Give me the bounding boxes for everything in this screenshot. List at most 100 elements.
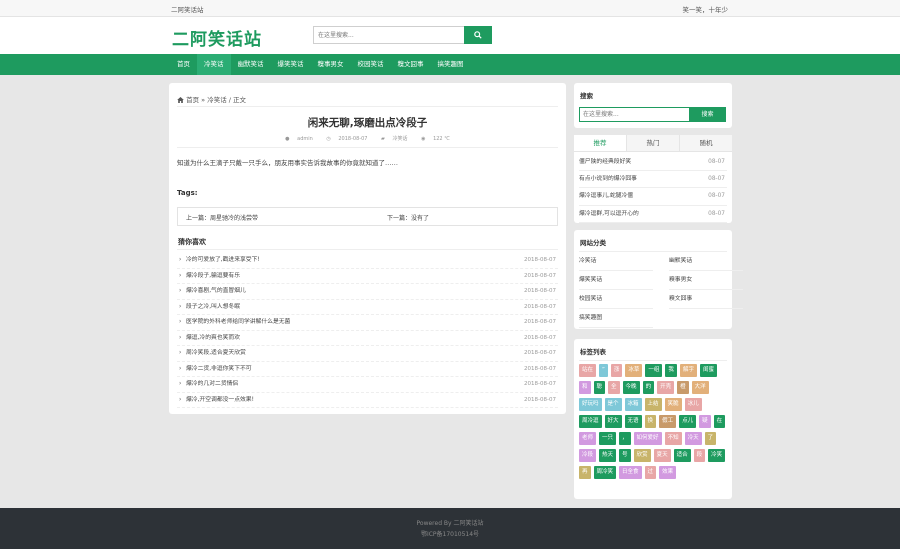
related-item[interactable]: 医学院的外科老师给同学讲解什么是无菌 2018-08-07 (177, 315, 558, 331)
tag-link[interactable]: 冰箱 (624, 398, 642, 411)
nav-item-home[interactable]: 首页 (170, 54, 197, 75)
tag-link[interactable]: 好大 (604, 415, 622, 428)
tag-link[interactable]: 好玩吗 (579, 398, 602, 411)
list-item[interactable]: 爆冷逗事儿,蛇腿冷僵 08-07 (579, 188, 727, 206)
category-link[interactable]: 糗事男女 (669, 271, 743, 291)
tag-link[interactable]: 夏天 (653, 449, 671, 462)
tag-link[interactable]: 号 (619, 449, 631, 462)
next-post-link[interactable]: 下一篇：没有了 (387, 213, 429, 222)
nav-item-hilarious[interactable]: 爆笑笑话 (271, 54, 311, 75)
related-item-title[interactable]: 爆冷二货,非逗你笑下不可 (186, 366, 252, 372)
list-item[interactable]: 有点小说到的爆冷囧事 08-07 (579, 171, 727, 189)
tag-link[interactable]: 如何爱好 (633, 432, 662, 445)
category-link[interactable]: 冷笑话 (579, 252, 653, 272)
related-item-title[interactable]: 冷的可爱放了,戳进来享受下! (186, 257, 260, 263)
related-item[interactable]: 爆冷段子,骗逗要有乐 2018-08-07 (177, 269, 558, 284)
post-category[interactable]: 冷笑话 (392, 136, 407, 142)
footer-icp[interactable]: 鄂ICP备17010514号 (0, 529, 900, 538)
tab-popular[interactable]: 热门 (626, 135, 679, 151)
tag-link[interactable]: 冷段 (579, 449, 597, 462)
tag-link[interactable]: 再 (579, 466, 591, 479)
prev-post-link[interactable]: 上一篇：周星驰冷的浅尝带 (186, 213, 258, 222)
tag-link[interactable]: 闺蜜 (699, 364, 717, 377)
related-item-title[interactable]: 爆冷喜剧,气的直冒烟儿 (186, 288, 246, 294)
category-link[interactable]: 搞笑趣图 (579, 309, 653, 329)
tag-link[interactable]: 冰儿 (684, 398, 702, 411)
nav-item-humor[interactable]: 幽默笑话 (231, 54, 271, 75)
tag-link[interactable]: 站在 (579, 364, 597, 377)
nav-item-campus[interactable]: 校园笑话 (351, 54, 391, 75)
tag-link[interactable]: 是个 (604, 398, 622, 411)
tag-link[interactable]: 开壳 (657, 381, 675, 394)
related-item[interactable]: 爆冷二货,非逗你笑下不可 2018-08-07 (177, 362, 558, 377)
nav-item-cold-jokes[interactable]: 冷笑话 (197, 54, 231, 75)
category-link[interactable]: 糗文囧事 (669, 290, 743, 310)
tag-link[interactable]: 涨 (610, 364, 623, 377)
tag-link[interactable]: 一组 (645, 364, 663, 377)
related-item[interactable]: 爆逗,冷的爽也笑而欢 2018-08-07 (177, 331, 558, 346)
related-item-title[interactable]: 爆逗,冷的爽也笑而欢 (186, 335, 240, 341)
category-link[interactable]: 幽默笑话 (669, 252, 743, 272)
tag-link[interactable]: 不知 (664, 432, 682, 445)
sidebar-search-button[interactable]: 搜索 (689, 107, 726, 122)
tag-link[interactable]: 效果 (659, 466, 677, 479)
list-item-title[interactable]: 有点小说到的爆冷囧事 (579, 176, 637, 182)
list-item-title[interactable]: 爆冷逗群,可以逗开心的 (579, 211, 639, 217)
tag-link[interactable]: 全 (608, 381, 620, 394)
tag-link[interactable]: 疑 (699, 415, 711, 428)
nav-item-embarrassing[interactable]: 糗文囧事 (391, 54, 431, 75)
header-search-button[interactable] (464, 26, 492, 44)
tag-link[interactable]: 热天 (599, 449, 617, 462)
related-item-title[interactable]: 爆冷,开空调都没一点效果! (186, 397, 254, 403)
list-item[interactable]: 僵尸陕的经典段好笑 08-07 (579, 154, 727, 172)
tag-link[interactable]: 日全食 (619, 466, 642, 479)
tag-link[interactable]: 段 (693, 449, 706, 462)
tag-link[interactable]: 的 (642, 381, 655, 394)
sidebar-search-input[interactable] (579, 107, 690, 122)
list-item-title[interactable]: 爆冷逗事儿,蛇腿冷僵 (579, 193, 633, 199)
tag-link[interactable]: 过 (644, 466, 657, 479)
tag-link[interactable]: 冰草 (625, 364, 643, 377)
tag-link[interactable]: 了 (704, 432, 717, 445)
tag-link[interactable]: 一只 (599, 432, 617, 445)
top-site-name[interactable]: 二阿笑话站 (171, 4, 204, 14)
tag-link[interactable]: ， (619, 432, 631, 445)
tag-link[interactable]: 适合 (673, 449, 691, 462)
related-item-title[interactable]: 医学院的外科老师给同学讲解什么是无菌 (186, 319, 290, 325)
tag-link[interactable]: 聪 (593, 381, 606, 394)
breadcrumb-home[interactable]: 首页 (186, 96, 199, 104)
tag-link[interactable]: 周冷笑 (593, 466, 617, 479)
related-item[interactable]: 爆冷的几对二货情侣 2018-08-07 (177, 377, 558, 393)
tag-link[interactable]: 冷笑 (708, 449, 726, 462)
related-item[interactable]: 爆冷喜剧,气的直冒烟儿 2018-08-07 (177, 284, 558, 300)
tag-link[interactable]: 老师 (579, 432, 597, 445)
tag-link[interactable]: 冷天 (684, 432, 702, 445)
tag-link[interactable]: 笑脆 (664, 398, 682, 411)
tag-link[interactable]: 橙 (677, 381, 689, 394)
category-link[interactable]: 爆笑笑话 (579, 271, 653, 291)
nav-item-men-women[interactable]: 糗事男女 (311, 54, 351, 75)
category-link[interactable]: 校园笑话 (579, 290, 653, 310)
tag-link[interactable]: 无语 (624, 415, 642, 428)
tag-link[interactable]: ” (599, 364, 608, 377)
tag-link[interactable]: 假工 (659, 415, 677, 428)
related-item-title[interactable]: 爆冷段子,骗逗要有乐 (186, 273, 240, 279)
tab-recommended[interactable]: 推荐 (574, 135, 626, 151)
tag-link[interactable]: 大洋 (691, 381, 709, 394)
tag-link[interactable]: 和 (579, 381, 591, 394)
tag-link[interactable]: 今晚 (622, 381, 640, 394)
tag-link[interactable]: 周冷逗 (579, 415, 602, 428)
tag-link[interactable]: 换 (644, 415, 657, 428)
nav-item-funny-pics[interactable]: 搞笑趣图 (431, 54, 471, 75)
header-search-input[interactable] (313, 26, 465, 44)
list-item-title[interactable]: 僵尸陕的经典段好笑 (579, 159, 631, 165)
related-item[interactable]: 冷的可爱放了,戳进来享受下! 2018-08-07 (177, 253, 558, 269)
list-item[interactable]: 爆冷逗群,可以逗开心的 08-07 (579, 206, 727, 223)
tag-link[interactable]: 上结 (644, 398, 662, 411)
tag-link[interactable]: 我 (665, 364, 677, 377)
related-item[interactable]: 爆冷,开空调都没一点效果! 2018-08-07 (177, 393, 558, 408)
tag-link[interactable]: 解字 (679, 364, 697, 377)
tag-link[interactable]: 欣赏 (633, 449, 651, 462)
related-item[interactable]: 周冷笑段,适合夏天欣赏 2018-08-07 (177, 346, 558, 362)
tag-link[interactable]: 点儿 (679, 415, 697, 428)
